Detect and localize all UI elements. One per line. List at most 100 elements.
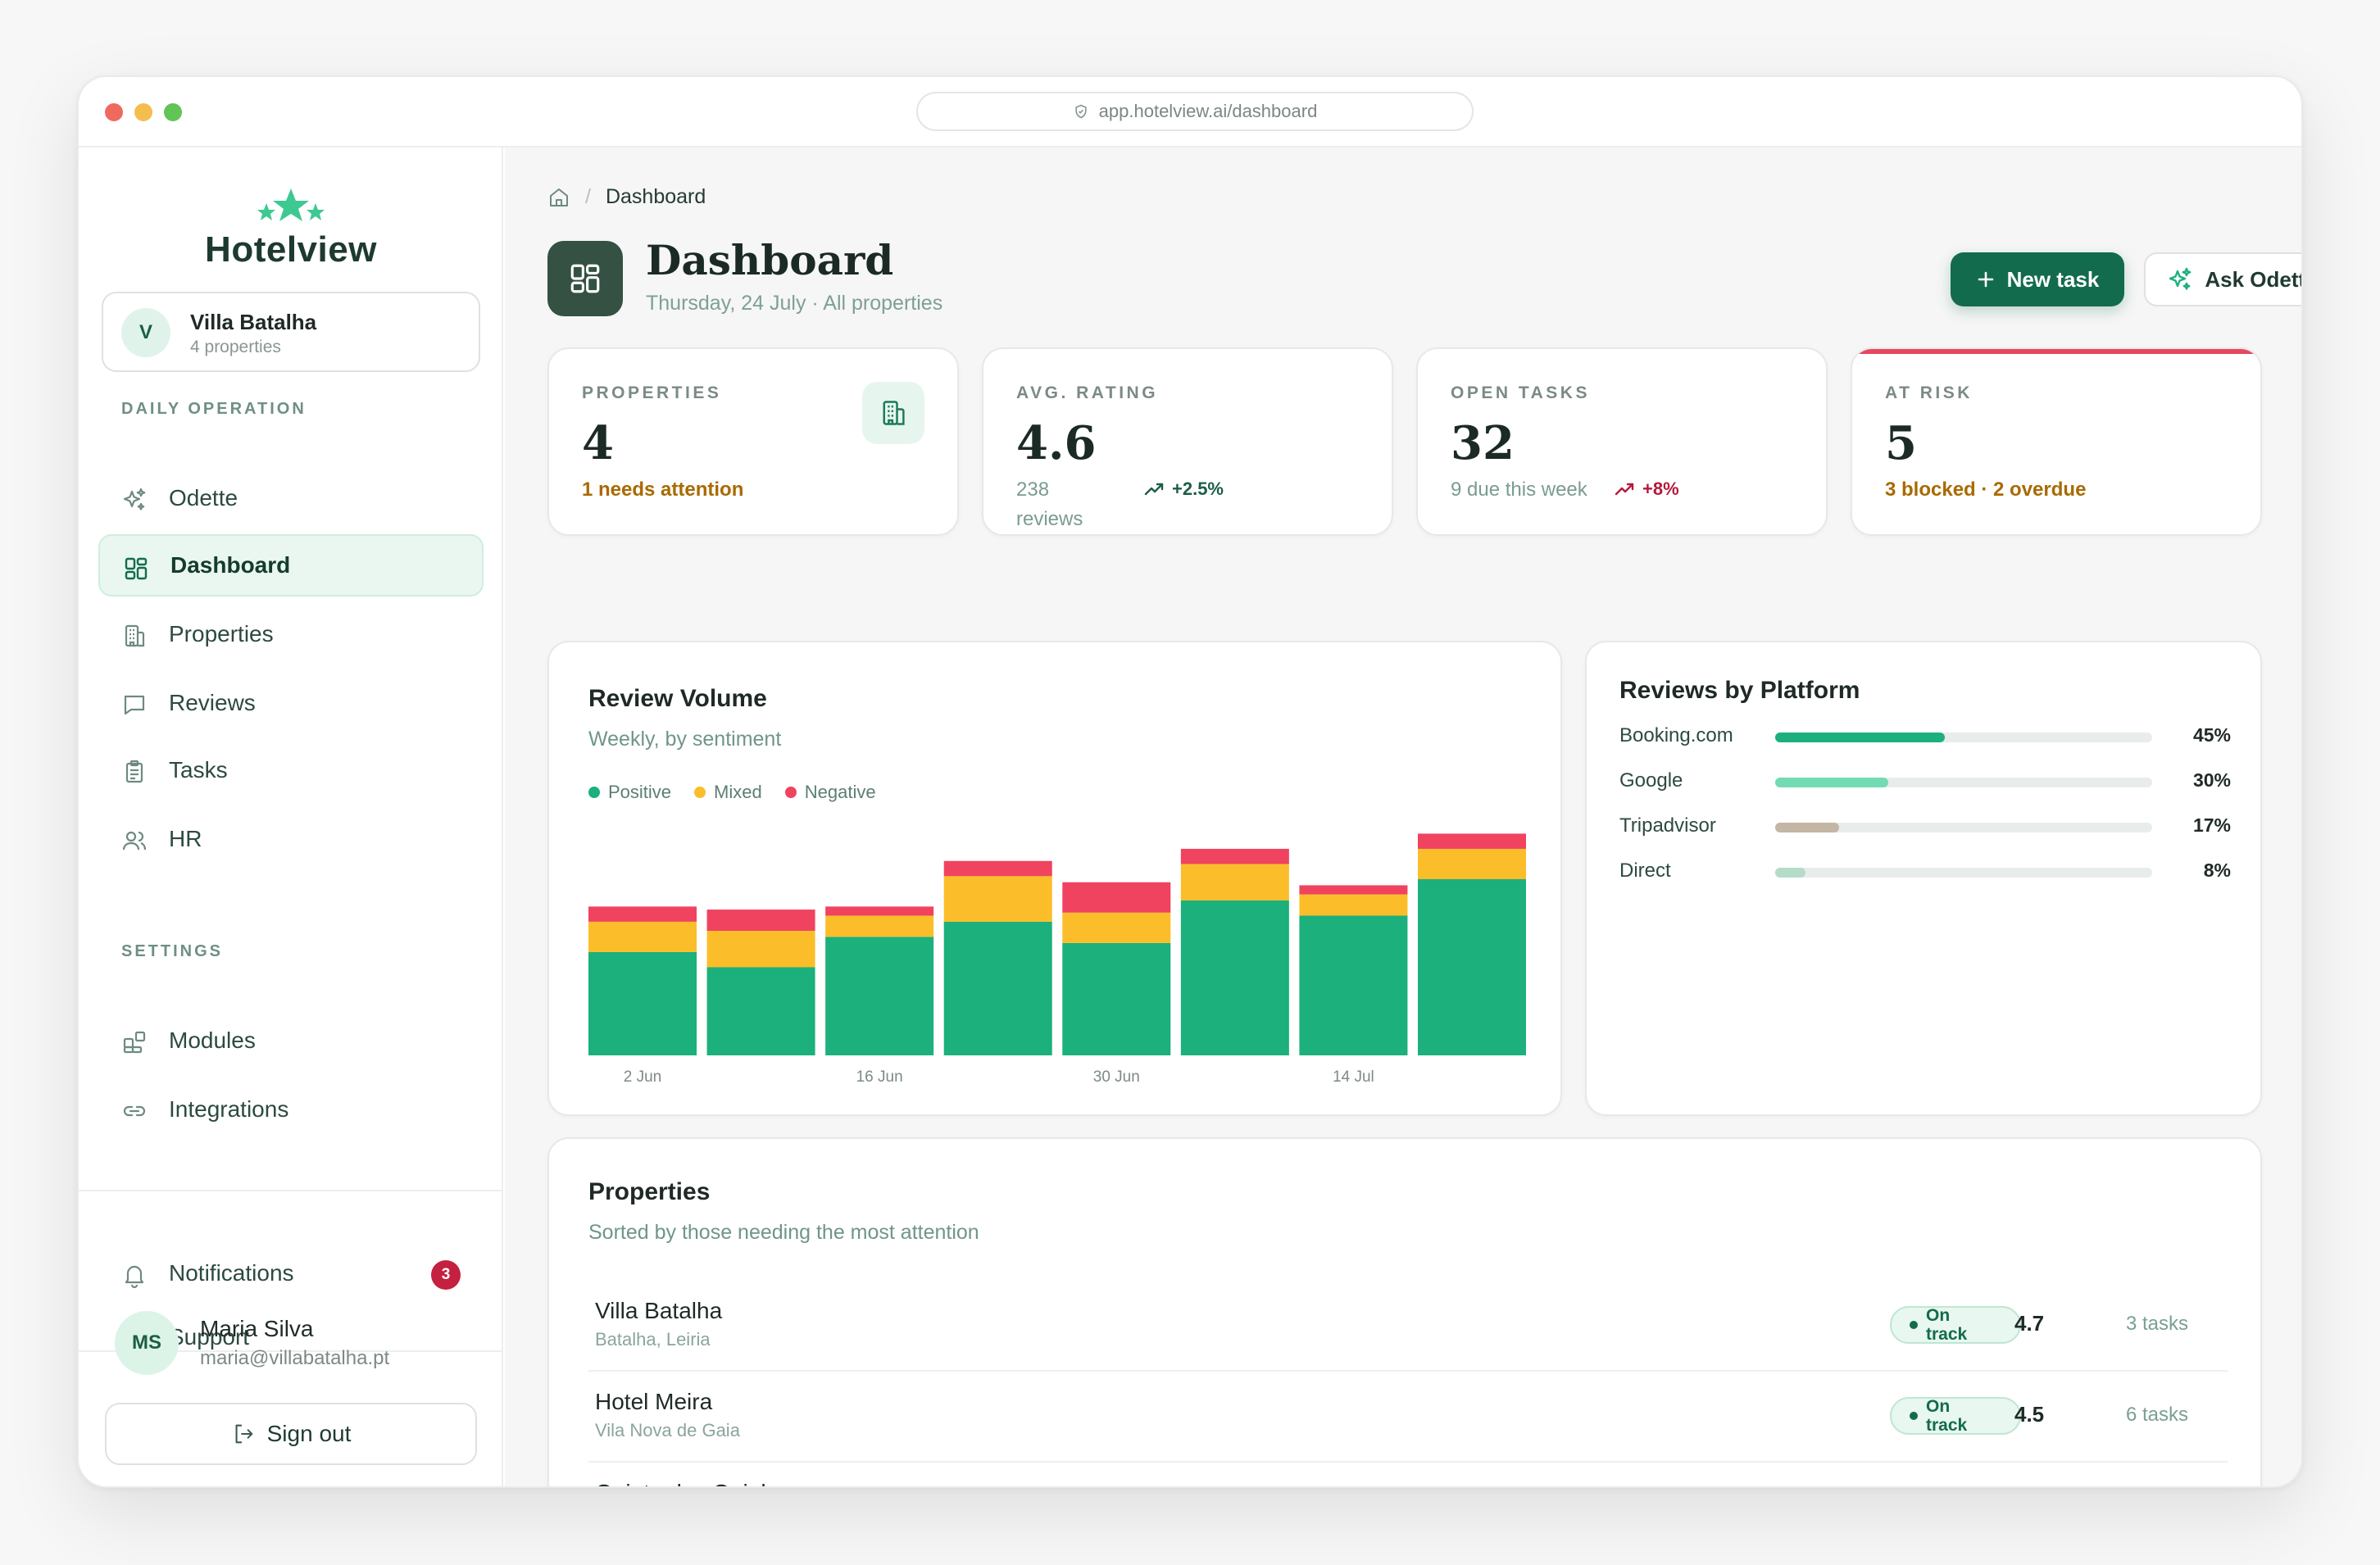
bar-positive-16-jun[interactable] xyxy=(825,937,934,1055)
property-name: Hotel Meira xyxy=(595,1389,713,1414)
sign-out-button[interactable]: Sign out xyxy=(105,1403,477,1465)
property-name: Villa Batalha xyxy=(595,1298,723,1323)
sidebar: Hotelview V Villa Batalha 4 properties D… xyxy=(79,147,503,1486)
browser-window: app.hotelview.ai/dashboard Hotelview V V… xyxy=(77,75,2303,1488)
grid-icon xyxy=(123,556,149,582)
bar-mixed-30-jun[interactable] xyxy=(1062,912,1171,943)
new-task-button[interactable]: New task xyxy=(1951,252,2124,306)
table-row[interactable]: Hotel Meira Vila Nova de Gaia On track 4.5 6 … xyxy=(588,1372,2228,1463)
status-text-line2: track xyxy=(1926,1416,1968,1435)
stat-card-properties[interactable]: PROPERTIES 4 1 needs attention xyxy=(547,347,959,536)
bar-negative-16-jun[interactable] xyxy=(825,906,934,916)
sidebar-item-dashboard[interactable]: Dashboard xyxy=(98,534,484,597)
bar-negative-2-jun[interactable] xyxy=(588,906,697,922)
bar-positive-7-jul[interactable] xyxy=(1180,900,1289,1055)
property-tasks-link[interactable]: 3 tasks xyxy=(2126,1313,2188,1336)
stat-label: AVG. RATING xyxy=(1016,383,1159,402)
bar-mixed-7-jul[interactable] xyxy=(1180,864,1289,900)
status-badge: On track xyxy=(1890,1397,2021,1435)
platform-percent: 45% xyxy=(2192,724,2231,746)
review-volume-title: Review Volume xyxy=(588,685,767,712)
properties-card-title: Properties xyxy=(588,1178,711,1205)
link-icon xyxy=(121,1098,148,1124)
bar-positive-9-jun[interactable] xyxy=(706,967,815,1055)
stat-value: 32 xyxy=(1451,416,1515,470)
browser-titlebar: app.hotelview.ai/dashboard xyxy=(79,77,2301,147)
platform-percent: 30% xyxy=(2192,769,2231,791)
property-rating: 4.7 xyxy=(2014,1311,2045,1336)
maximize-window-button[interactable] xyxy=(164,103,182,121)
sidebar-item-notifications[interactable]: Notifications 3 xyxy=(98,1242,484,1304)
close-window-button[interactable] xyxy=(105,103,123,121)
user-avatar[interactable]: MS xyxy=(115,1311,179,1375)
users-icon xyxy=(121,828,148,854)
bar-negative-14-jul[interactable] xyxy=(1299,885,1408,895)
sidebar-item-integrations[interactable]: Integrations xyxy=(98,1078,484,1141)
bar-positive-14-jul[interactable] xyxy=(1299,915,1408,1055)
stat-card-open-tasks[interactable]: OPEN TASKS 32 9 due this week +8% xyxy=(1416,347,1828,536)
chart-legend: Positive Mixed Negative xyxy=(588,782,876,803)
stat-trend: +2.5% xyxy=(1144,479,1224,500)
bar-negative-9-jun[interactable] xyxy=(706,910,815,932)
platform-bar-track xyxy=(1775,868,2152,878)
sign-out-label: Sign out xyxy=(266,1421,352,1446)
properties-card: Properties Sorted by those needing the m… xyxy=(547,1137,2262,1486)
bar-mixed-2-jun[interactable] xyxy=(588,921,697,952)
stat-card-at-risk[interactable]: AT RISK 5 3 blocked · 2 overdue xyxy=(1851,347,2262,536)
stat-note-count: 238 xyxy=(1016,479,1050,501)
table-row[interactable]: Quinta das QuinhasAmares, BragaMonitor4.… xyxy=(588,1463,2228,1486)
property-avatar: V xyxy=(121,308,170,357)
platform-row: Direct 8% xyxy=(1619,856,2231,889)
bar-positive-23-jun[interactable] xyxy=(943,921,1052,1055)
bar-negative-30-jun[interactable] xyxy=(1062,882,1171,913)
bar-mixed-14-jul[interactable] xyxy=(1299,894,1408,916)
property-name: Quinta das Quinhas xyxy=(595,1480,798,1486)
stat-trend: +8% xyxy=(1615,479,1679,500)
home-icon[interactable] xyxy=(547,186,570,209)
bar-negative-7-jul[interactable] xyxy=(1180,848,1289,864)
bar-mixed-9-jun[interactable] xyxy=(706,931,815,968)
stat-note: 9 due this week xyxy=(1451,479,1587,501)
stat-card-avg-rating[interactable]: AVG. RATING 4.6 238 reviews +2.5% xyxy=(982,347,1393,536)
property-location: Batalha, Leiria xyxy=(595,1329,711,1350)
bar-negative-21-jul[interactable] xyxy=(1418,833,1526,849)
breadcrumb-current: Dashboard xyxy=(605,185,706,208)
sidebar-item-label: Modules xyxy=(169,1027,256,1053)
bar-negative-23-jun[interactable] xyxy=(943,860,1052,877)
stat-note: 3 blocked · 2 overdue xyxy=(1885,479,2087,501)
bar-mixed-16-jun[interactable] xyxy=(825,915,934,937)
sidebar-item-odette[interactable]: Odette xyxy=(98,467,484,529)
logo-stars-icon xyxy=(257,188,325,221)
sparkles-icon xyxy=(2169,267,2192,290)
sign-out-icon xyxy=(235,1424,252,1444)
clipboard-icon xyxy=(121,759,148,785)
sidebar-item-properties[interactable]: Properties xyxy=(98,603,484,665)
ask-odette-button[interactable]: Ask Odette xyxy=(2144,252,2301,306)
x-axis-tick-label: 14 Jul xyxy=(1333,1068,1374,1086)
table-row[interactable]: Villa Batalha Batalha, Leiria On track 4.7 3 … xyxy=(588,1281,2228,1372)
bar-mixed-21-jul[interactable] xyxy=(1418,848,1526,880)
sidebar-item-label: Notifications xyxy=(169,1260,294,1286)
sidebar-item-tasks[interactable]: Tasks xyxy=(98,739,484,801)
property-switcher[interactable]: V Villa Batalha 4 properties xyxy=(102,292,480,372)
sidebar-item-hr[interactable]: HR xyxy=(98,808,484,870)
brand-logo: Hotelview xyxy=(205,229,377,270)
dashboard-page-icon xyxy=(547,241,623,316)
platform-bar-track xyxy=(1775,823,2152,832)
bar-positive-21-jul[interactable] xyxy=(1418,879,1526,1055)
bar-mixed-23-jun[interactable] xyxy=(943,876,1052,922)
breadcrumb: / Dashboard xyxy=(547,185,706,209)
bar-positive-30-jun[interactable] xyxy=(1062,942,1171,1055)
platform-card-title: Reviews by Platform xyxy=(1619,677,1860,704)
sidebar-item-modules[interactable]: Modules xyxy=(98,1009,484,1072)
sidebar-item-reviews[interactable]: Reviews xyxy=(98,672,484,734)
address-bar[interactable]: app.hotelview.ai/dashboard xyxy=(916,92,1474,131)
message-icon xyxy=(121,692,148,718)
minimize-window-button[interactable] xyxy=(134,103,152,121)
property-tasks-link[interactable]: 6 tasks xyxy=(2126,1404,2188,1427)
properties-card-subtitle: Sorted by those needing the most attenti… xyxy=(588,1221,979,1244)
bar-positive-2-jun[interactable] xyxy=(588,951,697,1055)
user-name: Maria Silva xyxy=(200,1316,314,1341)
page-title: Dashboard xyxy=(646,236,894,284)
reviews-by-platform-card: Reviews by Platform Booking.com 45% Google… xyxy=(1585,641,2262,1116)
